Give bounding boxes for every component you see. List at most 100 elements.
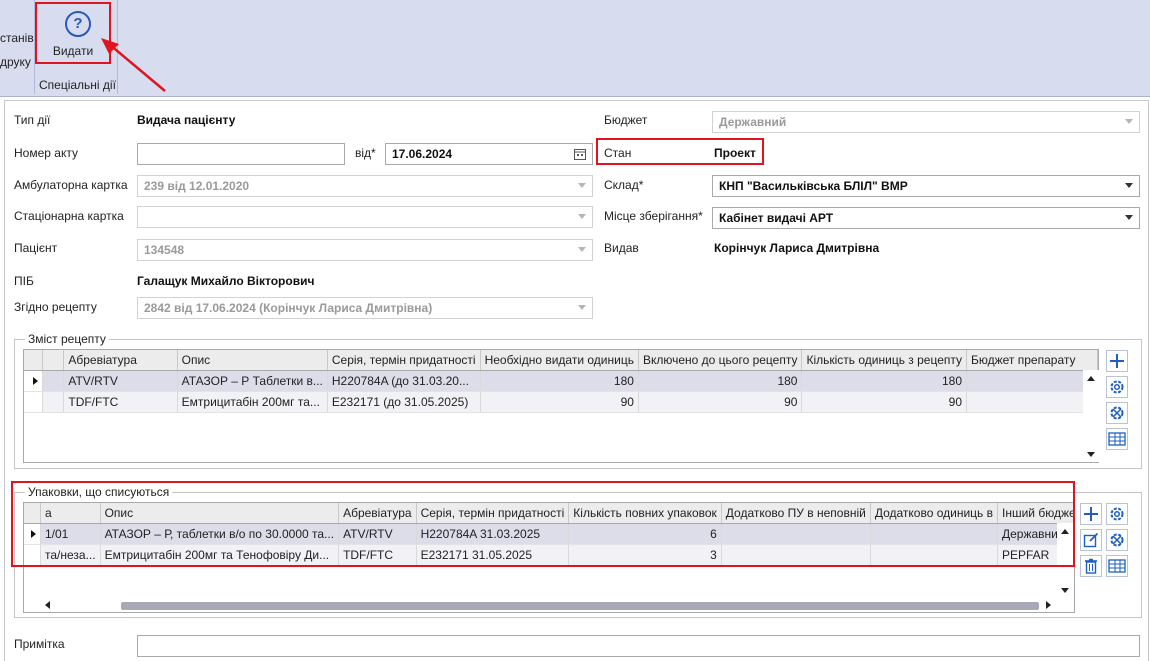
act-number-input[interactable] [137, 143, 345, 165]
patient-value: 134548 [144, 243, 185, 257]
table-row[interactable]: TDF/FTC Емтрицитабін 200мг та... E232171… [24, 391, 1098, 413]
date-from-label: від* [355, 146, 376, 160]
scroll-down-icon[interactable] [1087, 452, 1095, 457]
row-indicator-header [24, 350, 43, 371]
calendar-icon[interactable] [574, 148, 586, 160]
storage-place-select[interactable]: Кабінет видачі АРТ [712, 207, 1140, 229]
table-cell[interactable] [42, 391, 65, 413]
gear-cross-icon [1110, 406, 1124, 420]
scroll-right-icon[interactable] [1046, 601, 1051, 609]
storage-place-value: Кабінет видачі АРТ [719, 211, 834, 225]
annotation-arrow [101, 38, 166, 92]
table-cell[interactable]: 90 [801, 391, 968, 413]
issued-by-value: Корінчук Лариса Дмитрівна [714, 241, 880, 255]
column-header[interactable]: Необхідно видати одиниць [480, 350, 639, 371]
prescription-select[interactable]: 2842 від 17.06.2024 (Корінчук Лариса Дми… [137, 297, 593, 319]
chevron-down-icon [578, 214, 586, 219]
chevron-down-icon [1125, 183, 1133, 188]
budget-select[interactable]: Державний [712, 111, 1140, 133]
ribbon-cut-label-1[interactable]: станів [0, 31, 34, 45]
plus-icon [1084, 507, 1098, 521]
chevron-down-icon [578, 183, 586, 188]
inpatient-card-label: Стаціонарна картка [14, 209, 124, 223]
date-value: 17.06.2024 [392, 147, 453, 161]
scroll-down-icon[interactable] [1061, 588, 1069, 593]
current-row-icon [33, 377, 38, 385]
table-cell[interactable]: 180 [480, 370, 639, 392]
packages-gear-remove-button[interactable] [1106, 529, 1128, 551]
add-recipe-row-button[interactable] [1106, 350, 1128, 372]
chevron-down-icon [578, 247, 586, 252]
column-header[interactable]: Включено до цього рецепту [638, 350, 803, 371]
excel-icon [1108, 559, 1126, 573]
edit-icon [1083, 532, 1099, 548]
delete-package-button[interactable] [1080, 555, 1102, 577]
table-cell[interactable]: TDF/FTC [63, 391, 178, 413]
edit-package-button[interactable] [1080, 529, 1102, 551]
scroll-up-icon[interactable] [1087, 376, 1095, 381]
patient-select[interactable]: 134548 [137, 239, 593, 261]
gear-icon [1110, 380, 1124, 394]
inpatient-card-select[interactable] [137, 206, 593, 228]
table-cell[interactable]: Емтрицитабін 200мг та... [177, 391, 328, 413]
recipe-gear-remove-button[interactable] [1106, 402, 1128, 424]
table-row[interactable]: ATV/RTV АТАЗОР – Р Таблетки в... H220784… [24, 370, 1098, 392]
outpatient-card-label: Амбулаторна картка [14, 178, 128, 192]
action-type-value: Видача пацієнту [137, 113, 236, 127]
warehouse-value: КНП "Васильківська БЛІЛ" ВМР [719, 179, 908, 193]
gear-icon [1110, 507, 1124, 521]
table-cell[interactable]: ATV/RTV [63, 370, 178, 392]
budget-value: Державний [719, 115, 787, 129]
recipe-grid[interactable]: Абревіатура Опис Серія, термін придатнос… [23, 349, 1099, 463]
storage-place-label: Місце зберігання* [604, 209, 703, 223]
chevron-down-icon [1125, 215, 1133, 220]
row-indicator [24, 391, 43, 413]
column-header[interactable]: Кількість одиниць з рецепту [801, 350, 968, 371]
table-cell[interactable] [966, 391, 1098, 413]
table-cell[interactable]: 180 [801, 370, 968, 392]
note-input[interactable] [137, 635, 1140, 657]
outpatient-card-select[interactable]: 239 від 12.01.2020 [137, 175, 593, 197]
issued-by-label: Видав [604, 241, 639, 255]
packages-horizontal-scrollbar[interactable] [39, 598, 1057, 612]
table-cell[interactable]: E232171 (до 31.05.2025) [327, 391, 481, 413]
act-number-label: Номер акту [14, 146, 78, 160]
budget-label: Бюджет [604, 113, 648, 127]
recipe-table: Абревіатура Опис Серія, термін придатнос… [24, 350, 1098, 413]
packages-settings-button[interactable] [1106, 503, 1128, 525]
recipe-settings-button[interactable] [1106, 376, 1128, 398]
warehouse-select[interactable]: КНП "Васильківська БЛІЛ" ВМР [712, 175, 1140, 197]
table-cell[interactable]: 90 [638, 391, 803, 413]
recipe-export-excel-button[interactable] [1106, 428, 1128, 450]
table-cell[interactable]: АТАЗОР – Р Таблетки в... [177, 370, 328, 392]
patient-label: Пацієнт [14, 241, 58, 255]
table-cell[interactable] [42, 370, 65, 392]
table-cell[interactable]: H220784A (до 31.03.20... [327, 370, 481, 392]
table-cell[interactable]: 180 [638, 370, 803, 392]
scroll-thumb[interactable] [121, 602, 1039, 610]
outpatient-card-value: 239 від 12.01.2020 [144, 179, 250, 193]
column-header[interactable]: Бюджет препарату [966, 350, 1098, 371]
scroll-left-icon[interactable] [45, 601, 50, 609]
add-package-button[interactable] [1080, 503, 1102, 525]
prescription-value: 2842 від 17.06.2024 (Корінчук Лариса Дми… [144, 301, 433, 315]
warehouse-label: Склад* [604, 178, 644, 192]
prescription-label: Згідно рецепту [14, 300, 97, 314]
gear-cross-icon [1110, 533, 1124, 547]
note-label: Примітка [14, 637, 65, 651]
full-name-value: Галащук Михайло Вікторович [137, 274, 315, 288]
chevron-down-icon [1125, 119, 1133, 124]
column-header[interactable]: Абревіатура [63, 350, 178, 371]
column-header[interactable]: Опис [177, 350, 328, 371]
date-input[interactable]: 17.06.2024 [385, 143, 593, 165]
recipe-vertical-scrollbar[interactable] [1083, 370, 1099, 462]
ribbon [0, 0, 1150, 97]
action-type-label: Тип дії [14, 113, 51, 127]
table-cell[interactable]: 90 [480, 391, 639, 413]
ribbon-cut-label-2[interactable]: друку [0, 55, 31, 69]
table-cell[interactable] [966, 370, 1098, 392]
column-header[interactable] [42, 350, 65, 371]
packages-export-excel-button[interactable] [1106, 555, 1128, 577]
recipe-group-title: Зміст рецепту [25, 332, 109, 346]
column-header[interactable]: Серія, термін придатності [327, 350, 481, 371]
